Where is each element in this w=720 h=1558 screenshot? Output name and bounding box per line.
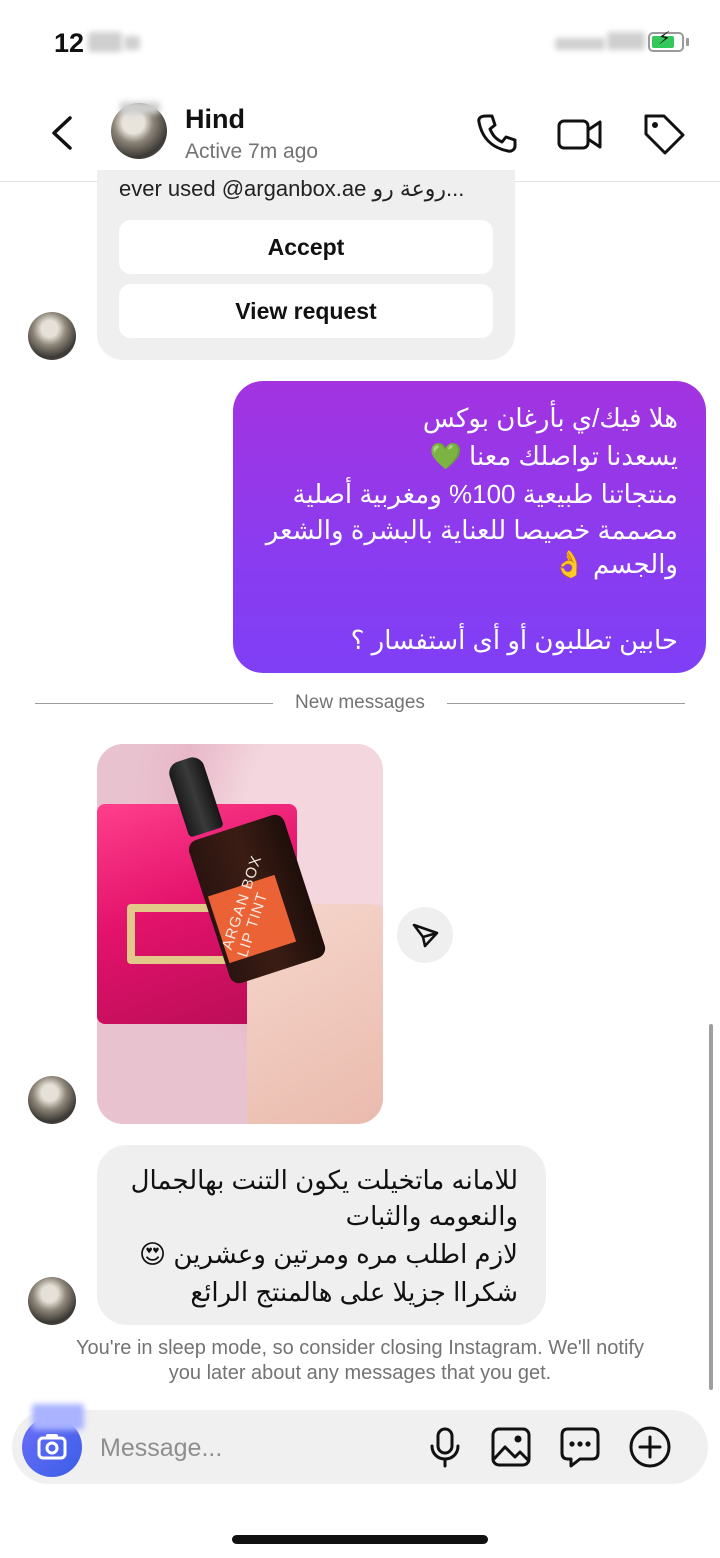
gallery-button[interactable] (489, 1425, 533, 1469)
microphone-icon (430, 1427, 460, 1468)
status-bar: 12 ⚡ (0, 0, 720, 90)
message-line: يسعدنا تواصلك معنا 💚 (429, 441, 678, 471)
message-line: للامانه ماتخيلت يكون التنت بهالجمال (130, 1165, 518, 1195)
camera-blur (32, 1404, 84, 1430)
video-call-button[interactable] (556, 110, 604, 158)
incoming-message-bubble[interactable]: للامانه ماتخيلت يكون التنت بهالجمال والن… (97, 1145, 546, 1325)
sticker-button[interactable] (558, 1425, 602, 1469)
divider-line-right (447, 703, 685, 704)
call-button[interactable] (472, 110, 520, 158)
wifi-blur (607, 32, 645, 50)
message-request-card: ever used @arganbox.ae روعة رو... Accept… (97, 170, 515, 360)
sleep-notice-line: You're in sleep mode, so consider closin… (76, 1337, 644, 1359)
back-button[interactable] (40, 108, 86, 158)
message-line: منتجاتنا طبيعية 100% ومغربية أصلية (292, 479, 678, 509)
message-line: لازم اطلب مره ومرتين وعشرين 😍 (139, 1239, 518, 1269)
battery-cap (686, 38, 689, 46)
chat-header: Hind Active 7m ago (0, 90, 720, 182)
tag-button[interactable] (640, 110, 688, 158)
tag-icon (644, 114, 685, 155)
message-line: شكراا جزيلا على هالمنتج الرائع (190, 1277, 518, 1307)
phone-icon (477, 114, 517, 153)
send-icon (412, 923, 439, 948)
image-icon (491, 1427, 531, 1467)
home-indicator[interactable] (232, 1535, 488, 1544)
message-input[interactable] (98, 1424, 402, 1472)
sender-avatar[interactable] (28, 1277, 76, 1325)
divider-line-left (35, 703, 273, 704)
scrollbar[interactable] (709, 1024, 713, 1390)
message-line: مصممة خصيصا للعناية بالبشرة والشعر (265, 515, 678, 545)
contact-status: Active 7m ago (185, 140, 319, 163)
sender-avatar[interactable] (28, 312, 76, 360)
new-messages-label: New messages (295, 692, 425, 713)
message-line: والنعومه والثبات (345, 1201, 518, 1231)
accept-button[interactable]: Accept (119, 220, 493, 274)
message-line: حابين تطلبون أو أى أستفسار ؟ (350, 625, 678, 655)
add-button[interactable] (628, 1425, 672, 1469)
voice-button[interactable] (423, 1425, 467, 1469)
message-line: هلا فيك/ي بأرغان بوكس (422, 403, 678, 433)
contact-name[interactable]: Hind (185, 104, 245, 135)
charging-icon: ⚡ (658, 28, 671, 48)
message-line: والجسم 👌 (553, 549, 678, 579)
chevron-left-icon (52, 116, 72, 150)
status-blur (124, 36, 140, 50)
sleep-notice-line: you later about any messages that you ge… (168, 1362, 552, 1384)
sleep-mode-notice: You're in sleep mode, so consider closin… (30, 1336, 690, 1386)
outgoing-message-bubble[interactable]: هلا فيك/ي بأرغان بوكس يسعدنا تواصلك معنا… (233, 381, 706, 673)
photo-message[interactable]: ARGAN BOX LIP TINT (97, 744, 383, 1124)
signal-blur (555, 38, 605, 50)
name-blur (120, 102, 160, 114)
chat-bubble-icon (560, 1427, 600, 1468)
request-preview-text: ever used @arganbox.ae روعة رو... (119, 176, 465, 201)
plus-circle-icon (629, 1426, 671, 1468)
video-camera-icon (557, 119, 602, 150)
view-request-button[interactable]: View request (119, 284, 493, 338)
status-blur (88, 32, 122, 52)
status-time: 12 (54, 28, 85, 58)
share-button[interactable] (397, 907, 453, 963)
sender-avatar[interactable] (28, 1076, 76, 1124)
chat-screen: 12 ⚡ Hind Active 7m ago ever used @argan… (0, 0, 720, 1558)
message-composer (12, 1404, 708, 1484)
